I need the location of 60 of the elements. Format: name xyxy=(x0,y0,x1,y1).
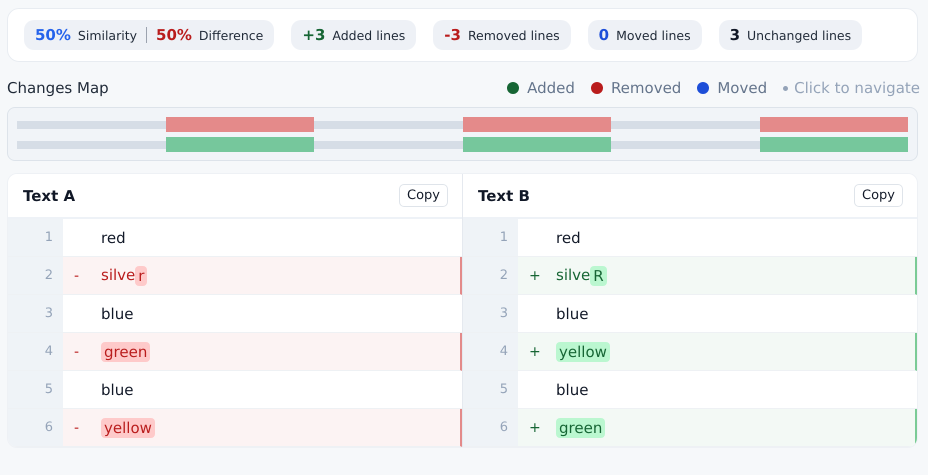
line-text: blue xyxy=(556,380,588,398)
highlighted-text: yellow xyxy=(556,342,610,362)
line-text: red xyxy=(101,228,126,246)
line-number: 5 xyxy=(463,371,518,408)
highlighted-text: r xyxy=(135,266,148,286)
bullet-icon xyxy=(783,86,788,90)
stat-label: Added lines xyxy=(332,28,406,42)
line-text: silve xyxy=(556,266,590,286)
similarity-label: Similarity xyxy=(78,28,138,42)
panel-title: Text A xyxy=(23,186,76,204)
stat-value: +3 xyxy=(302,26,326,44)
panel-title: Text B xyxy=(478,186,530,204)
copy-button[interactable]: Copy xyxy=(399,184,448,207)
line-text: blue xyxy=(101,304,134,322)
line-text: red xyxy=(556,228,581,246)
highlighted-text: yellow xyxy=(101,418,155,438)
navigate-hint: Click to navigate xyxy=(794,79,920,97)
added-segment[interactable] xyxy=(760,137,908,152)
line-number: 1 xyxy=(463,219,518,256)
legend-label: Moved xyxy=(717,79,768,97)
similarity-value: 50% xyxy=(35,26,71,44)
copy-button[interactable]: Copy xyxy=(854,184,903,207)
changes-map-title: Changes Map xyxy=(7,79,109,97)
removed-segment[interactable] xyxy=(760,117,908,132)
stat-label: Removed lines xyxy=(468,28,560,42)
line-text: silve xyxy=(101,266,136,286)
line-text: blue xyxy=(101,380,134,398)
highlighted-text: green xyxy=(101,342,150,362)
added-segment[interactable] xyxy=(462,137,611,152)
diff-marker: + xyxy=(529,344,541,360)
line-number: 4 xyxy=(463,333,518,370)
difference-value: 50% xyxy=(156,26,192,44)
stat-value: -3 xyxy=(444,26,461,44)
line-number: 5 xyxy=(8,371,63,408)
removed-segment[interactable] xyxy=(166,117,314,132)
diff-marker: + xyxy=(529,420,541,436)
stat-value: 0 xyxy=(598,26,610,44)
line-number: 2 xyxy=(463,257,518,294)
highlighted-text: green xyxy=(556,418,606,438)
line-number: 2 xyxy=(8,257,63,294)
diff-marker: - xyxy=(74,420,80,436)
diff-marker: - xyxy=(74,268,80,284)
removed-segment[interactable] xyxy=(462,117,611,132)
highlighted-text: R xyxy=(590,266,607,286)
stat-label: Unchanged lines xyxy=(747,28,852,42)
stat-label: Moved lines xyxy=(616,28,691,42)
line-number: 3 xyxy=(8,295,63,332)
line-number: 6 xyxy=(463,409,518,446)
line-number: 4 xyxy=(8,333,63,370)
line-number: 6 xyxy=(8,409,63,446)
legend-label: Added xyxy=(527,79,575,97)
stat-value: 3 xyxy=(730,26,740,44)
line-number: 1 xyxy=(8,219,63,256)
line-number: 3 xyxy=(463,295,518,332)
difference-label: Difference xyxy=(198,28,264,42)
diff-marker: + xyxy=(529,268,541,284)
diff-marker: - xyxy=(74,344,80,360)
added-segment[interactable] xyxy=(166,137,314,152)
line-text: blue xyxy=(556,304,588,322)
legend-label: Removed xyxy=(610,79,682,97)
